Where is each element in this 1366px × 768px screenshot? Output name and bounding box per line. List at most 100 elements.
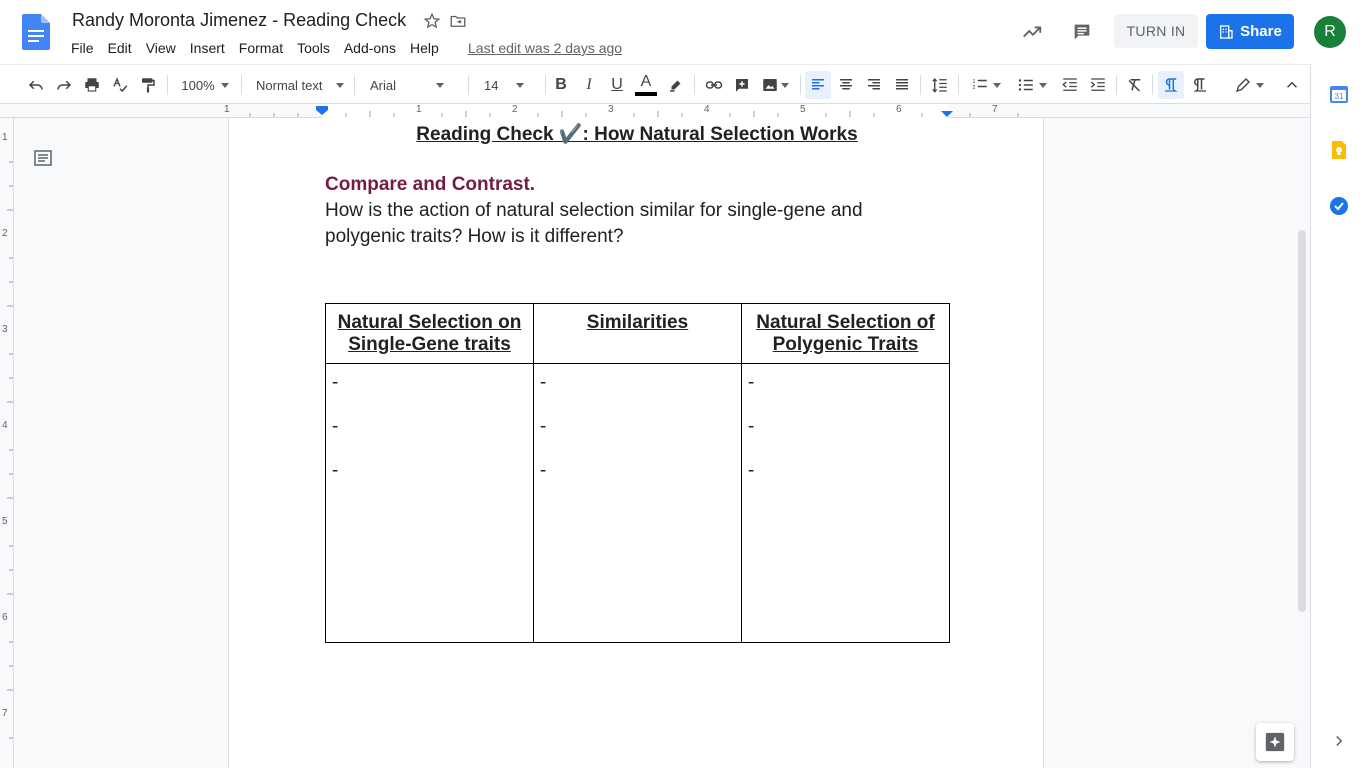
list-item: -: [332, 372, 339, 393]
activity-trend-icon[interactable]: [1014, 14, 1050, 50]
ruler-number: 2: [2, 228, 8, 239]
italic-icon[interactable]: I: [577, 71, 601, 99]
menu-format[interactable]: Format: [232, 38, 290, 58]
chevron-down-icon: [220, 82, 229, 88]
tasks-icon[interactable]: [1329, 196, 1349, 216]
list-item: -: [540, 460, 547, 481]
app-header: Randy Moronta Jimenez - Reading Check Fi…: [0, 0, 1366, 64]
menu-bar: File Edit View Insert Format Tools Add-o…: [64, 38, 446, 58]
svg-text:31: 31: [1335, 92, 1344, 101]
font-size-value: 14: [484, 77, 499, 93]
section-title: Compare and Contrast.: [325, 174, 536, 195]
clear-formatting-icon[interactable]: [1123, 71, 1147, 99]
side-panel: 31: [1310, 64, 1366, 768]
horizontal-ruler[interactable]: 1 1 2 3 4 5 6 7: [0, 104, 1310, 118]
align-right-icon[interactable]: [862, 71, 886, 99]
bulleted-list-icon[interactable]: [1012, 71, 1052, 99]
zoom-value: 100%: [181, 77, 215, 93]
insert-link-icon[interactable]: [702, 71, 726, 99]
question-text: How is the action of natural selection s…: [325, 200, 863, 247]
ruler-number: 3: [2, 324, 8, 335]
vertical-ruler[interactable]: 1 2 3 4 5 6 7: [0, 118, 14, 768]
keep-icon[interactable]: [1329, 140, 1349, 160]
bold-icon[interactable]: B: [549, 71, 573, 99]
document-title[interactable]: Randy Moronta Jimenez - Reading Check: [72, 10, 406, 31]
explore-button[interactable]: [1256, 723, 1294, 761]
paint-format-icon[interactable]: [136, 71, 160, 99]
docs-logo-icon[interactable]: [22, 14, 50, 50]
chevron-down-icon: [1039, 82, 1047, 88]
turn-in-button[interactable]: TURN IN: [1114, 14, 1198, 48]
people-icon: [1220, 24, 1233, 39]
chevron-down-icon: [781, 82, 789, 88]
table-cell-polygenic[interactable]: - - -: [741, 363, 950, 643]
ruler-number: 3: [608, 104, 614, 115]
menu-view[interactable]: View: [139, 38, 183, 58]
chevron-down-icon: [336, 82, 345, 88]
calendar-icon[interactable]: 31: [1329, 84, 1349, 104]
ruler-number: 7: [2, 708, 8, 719]
decrease-indent-icon[interactable]: [1058, 71, 1082, 99]
chevron-right-icon[interactable]: [1330, 732, 1348, 755]
last-edit-link[interactable]: Last edit was 2 days ago: [468, 40, 622, 56]
editing-mode-icon[interactable]: [1230, 71, 1268, 99]
font-size-select[interactable]: 14: [478, 71, 538, 99]
insert-image-icon[interactable]: [758, 71, 792, 99]
document-page[interactable]: Reading Check ✔️: How Natural Selection …: [228, 118, 1044, 768]
increase-indent-icon[interactable]: [1086, 71, 1110, 99]
ruler-number: 5: [800, 104, 806, 115]
underline-icon[interactable]: U: [605, 71, 629, 99]
ruler-number: 1: [224, 104, 230, 115]
menu-help[interactable]: Help: [403, 38, 446, 58]
vertical-scrollbar[interactable]: [1298, 230, 1306, 612]
table-row: - - - - - - - - -: [325, 363, 950, 643]
share-label: Share: [1240, 23, 1282, 40]
compare-table[interactable]: Natural Selection on Single-Gene traits …: [325, 303, 950, 643]
document-outline-icon[interactable]: [34, 150, 52, 166]
menu-addons[interactable]: Add-ons: [337, 38, 403, 58]
line-spacing-icon[interactable]: [928, 71, 952, 99]
insert-comment-icon[interactable]: [730, 71, 754, 99]
move-folder-icon[interactable]: [449, 12, 467, 30]
list-item: -: [332, 460, 339, 481]
menu-tools[interactable]: Tools: [290, 38, 337, 58]
undo-icon[interactable]: [24, 71, 48, 99]
svg-text:2: 2: [973, 85, 976, 91]
list-item: -: [332, 416, 339, 437]
highlight-color-icon[interactable]: [664, 71, 688, 99]
left-to-right-icon[interactable]: [1158, 71, 1184, 99]
list-item: -: [748, 372, 755, 393]
align-justify-icon[interactable]: [890, 71, 914, 99]
text-color-icon[interactable]: A: [633, 71, 659, 99]
spellcheck-icon[interactable]: [108, 71, 132, 99]
table-cell-single-gene[interactable]: - - -: [325, 363, 534, 643]
table-header-polygenic: Natural Selection of Polygenic Traits: [741, 303, 950, 364]
share-button[interactable]: Share: [1206, 14, 1294, 49]
explore-icon: [1265, 732, 1285, 752]
font-family-select[interactable]: Arial: [364, 71, 460, 99]
right-to-left-icon[interactable]: [1188, 71, 1212, 99]
collapse-toolbar-icon[interactable]: [1280, 71, 1304, 99]
ruler-number: 7: [992, 104, 998, 115]
menu-insert[interactable]: Insert: [183, 38, 232, 58]
print-icon[interactable]: [80, 71, 104, 99]
menu-edit[interactable]: Edit: [101, 38, 139, 58]
align-left-icon[interactable]: [805, 71, 831, 99]
redo-icon[interactable]: [52, 71, 76, 99]
avatar[interactable]: R: [1314, 16, 1346, 48]
paragraph-style-select[interactable]: Normal text: [250, 71, 346, 99]
menu-file[interactable]: File: [64, 38, 101, 58]
star-icon[interactable]: [423, 12, 441, 30]
ruler-number: 1: [416, 104, 422, 115]
table-cell-similarities[interactable]: - - -: [533, 363, 742, 643]
list-item: -: [748, 416, 755, 437]
formatting-toolbar: 100% Normal text Arial 14 B I U A 1 2: [0, 64, 1310, 104]
chevron-down-icon: [436, 82, 445, 88]
align-center-icon[interactable]: [834, 71, 858, 99]
table-header-single-gene: Natural Selection on Single-Gene traits: [325, 303, 534, 364]
zoom-select[interactable]: 100%: [176, 71, 234, 99]
chevron-down-icon: [1256, 82, 1264, 88]
comments-icon[interactable]: [1064, 14, 1100, 50]
numbered-list-icon[interactable]: 12: [966, 71, 1006, 99]
ruler-number: 4: [2, 420, 8, 431]
